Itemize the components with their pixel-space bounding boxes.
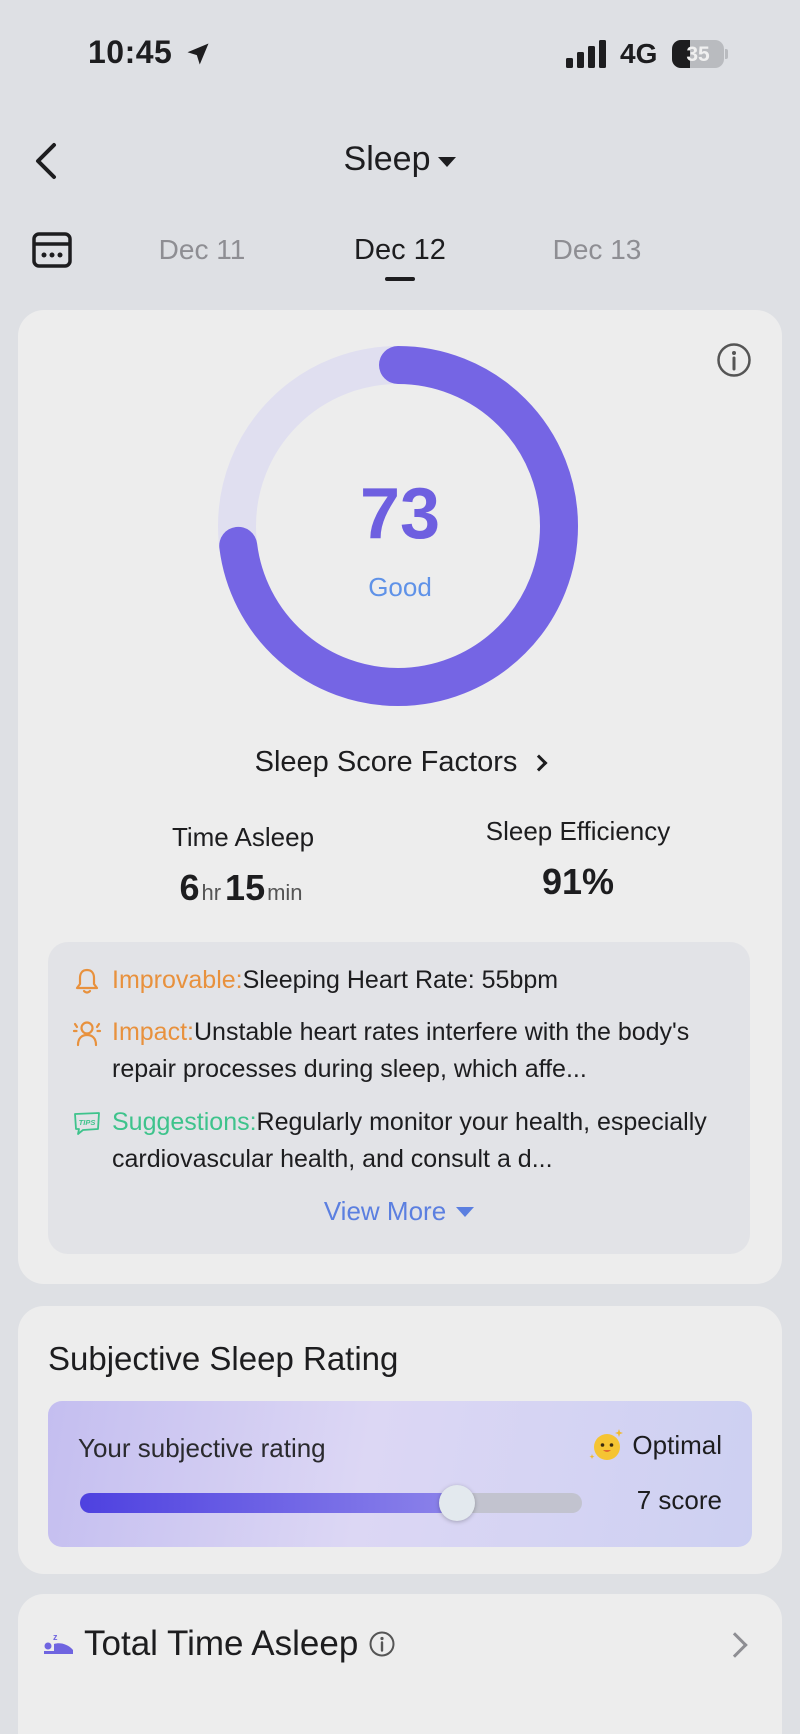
date-tab-prev-label: Dec 11 (158, 234, 246, 265)
page-title-dropdown[interactable]: Sleep (300, 140, 500, 179)
slider-thumb[interactable] (438, 1485, 475, 1521)
improvable-row: Improvable:Sleeping Heart Rate: 55bpm (72, 962, 732, 999)
sleep-score-card: 73 Good Sleep Score Factors Time Asleep … (18, 310, 782, 1284)
time-asleep-value: 6hr 15min (118, 867, 368, 909)
tips-badge: TIPS (79, 1118, 96, 1127)
signal-icon (566, 40, 606, 68)
battery-icon: 35 (672, 40, 728, 68)
time-asleep-hours-unit: hr (201, 880, 222, 905)
location-arrow-icon (187, 43, 209, 65)
impact-text: Unstable heart rates interfere with the … (112, 1018, 690, 1083)
svg-text:z: z (53, 1632, 58, 1642)
subjective-rating-title: Subjective Sleep Rating (48, 1340, 399, 1377)
date-tab-current-label: Dec 12 (354, 234, 446, 266)
page-title: Sleep (343, 140, 431, 178)
subjective-rating-card: Subjective Sleep Rating Your subjective … (18, 1306, 782, 1574)
chevron-left-icon (36, 143, 56, 179)
total-time-asleep-label: Total Time Asleep (84, 1624, 359, 1663)
bed-icon: z (44, 1632, 73, 1654)
score-info-button[interactable] (716, 342, 752, 378)
sleep-score-label: Good (368, 572, 432, 602)
info-icon (717, 343, 751, 377)
back-button[interactable] (32, 136, 72, 186)
date-tab-next[interactable]: Dec 13 (517, 234, 677, 266)
view-more-label: View More (323, 1196, 447, 1226)
battery-percent: 35 (686, 43, 710, 66)
sleep-score-factors-link[interactable]: Sleep Score Factors (18, 746, 782, 779)
subjective-rating-panel: Your subjective rating Optimal 7 score (48, 1401, 752, 1547)
info-icon[interactable] (368, 1630, 396, 1658)
person-icon (72, 1021, 102, 1047)
calendar-icon (32, 232, 72, 268)
impact-row: Impact:Unstable heart rates interfere wi… (72, 1014, 732, 1088)
rating-status-label: Optimal (632, 1429, 722, 1460)
chevron-right-icon (530, 754, 548, 771)
sleep-efficiency-value: 91% (541, 861, 615, 902)
rating-status: Optimal (588, 1427, 722, 1463)
chevron-right-icon (722, 1632, 748, 1658)
suggestions-row: TIPS Suggestions:Regularly monitor your … (72, 1104, 732, 1178)
subjective-rating-slider[interactable] (80, 1485, 582, 1521)
caret-down-icon (438, 156, 457, 167)
date-tab-prev[interactable]: Dec 11 (122, 234, 282, 266)
subjective-rating-prompt: Your subjective rating (78, 1433, 326, 1463)
calendar-button[interactable] (32, 230, 72, 270)
view-more-button[interactable]: View More (48, 1196, 750, 1227)
caret-down-icon (456, 1206, 475, 1217)
status-bar: 10:45 4G 35 (0, 0, 800, 110)
bell-icon (75, 968, 99, 994)
tips-icon: TIPS (74, 1112, 100, 1135)
improvable-key: Improvable: (112, 966, 243, 994)
date-tab-underline (385, 277, 415, 281)
improvable-text: Sleeping Heart Rate: 55bpm (242, 966, 559, 994)
subjective-rating-score: 7 score (636, 1485, 722, 1515)
time-asleep-label: Time Asleep (171, 822, 315, 852)
time-asleep-metric: Time Asleep 6hr 15min (118, 822, 368, 909)
impact-key: Impact: (112, 1018, 194, 1046)
factors-link-label: Sleep Score Factors (254, 746, 518, 778)
smiley-icon (589, 1429, 624, 1460)
date-tab-next-label: Dec 13 (552, 234, 642, 265)
sleep-efficiency-label: Sleep Efficiency (485, 816, 671, 846)
total-time-asleep-title: Total Time Asleep (84, 1624, 396, 1664)
time-asleep-minutes: 15 (225, 867, 266, 908)
slider-fill (80, 1493, 457, 1513)
insight-box: Improvable:Sleeping Heart Rate: 55bpm Im… (48, 942, 750, 1254)
date-tab-current[interactable]: Dec 12 (320, 234, 480, 281)
network-type: 4G (620, 38, 658, 69)
total-time-asleep-card[interactable]: z Total Time Asleep (18, 1594, 782, 1734)
status-time: 10:45 (88, 34, 173, 70)
time-asleep-minutes-unit: min (267, 880, 303, 905)
time-asleep-hours: 6 (179, 867, 200, 908)
sleep-score-value: 73 (359, 474, 441, 554)
suggestions-key: Suggestions: (112, 1108, 257, 1136)
sleep-efficiency-metric: Sleep Efficiency 91% (448, 816, 708, 903)
